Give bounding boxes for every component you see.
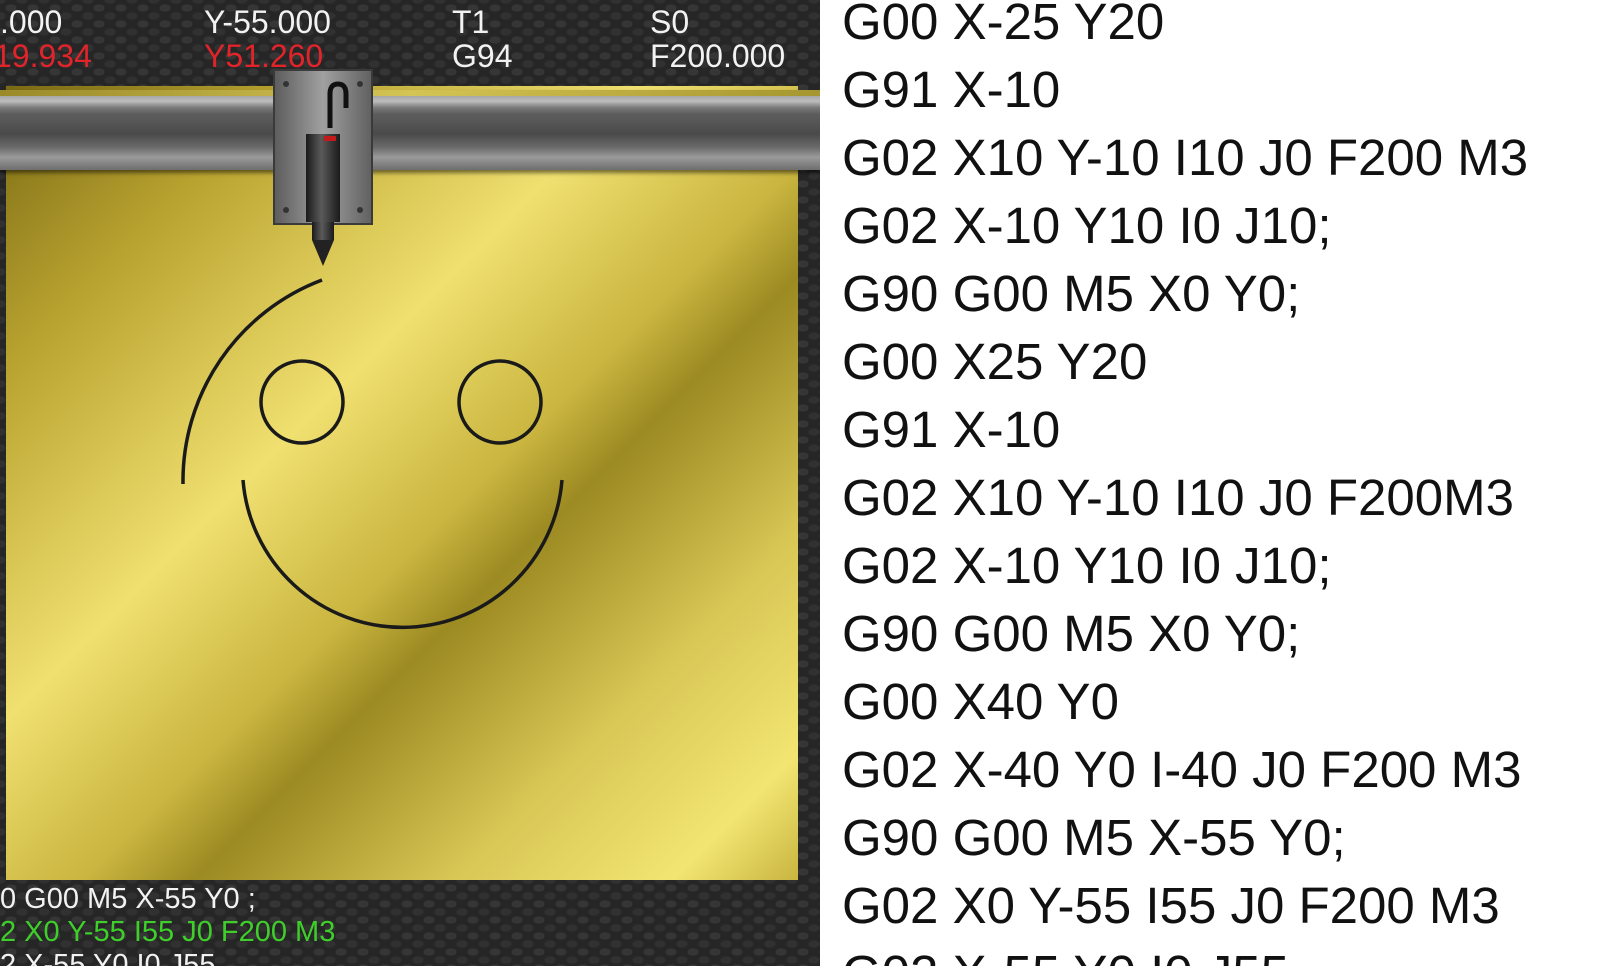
console-line-done: 0 G00 M5 X-55 Y0 ; [0,883,256,915]
tool-head [273,69,373,266]
gcode-line: G90 G00 M5 X0 Y0; [842,265,1301,322]
gcode-line: G00 X-25 Y20 [842,0,1165,50]
gcode-line: G00 X25 Y20 [842,333,1148,390]
gcode-line: G90 G00 M5 X0 Y0; [842,605,1301,662]
gcode-line: G91 X-10 [842,401,1061,458]
gcode-line: G02 X-55 Y0 I0 J55 [842,944,1289,966]
console-line-next: 2 X-55 Y0 I0 J55 [0,949,216,966]
gcode-line: G00 X40 Y0 [842,673,1119,730]
cnc-simulator-view: .000 19.934 Y-55.000 Y51.260 T1 G94 S0 F… [0,0,820,966]
gcode-listing: G00 X-25 Y20 G91 X-10 G02 X10 Y-10 I10 J… [842,0,1610,966]
gcode-line: G02 X0 Y-55 I55 J0 F200 M3 [842,877,1500,934]
gcode-line: G02 X10 Y-10 I10 J0 F200 M3 [842,129,1529,186]
gcode-line: G02 X-40 Y0 I-40 J0 F200 M3 [842,741,1522,798]
console-line-active: 2 X0 Y-55 I55 J0 F200 M3 [0,916,336,948]
gcode-line: G90 G00 M5 X-55 Y0; [842,809,1346,866]
gcode-line: G02 X10 Y-10 I10 J0 F200M3 [842,469,1514,526]
gcode-line: G91 X-10 [842,61,1061,118]
gcode-line: G02 X-10 Y10 I0 J10; [842,197,1332,254]
gcode-line: G02 X-10 Y10 I0 J10; [842,537,1332,594]
